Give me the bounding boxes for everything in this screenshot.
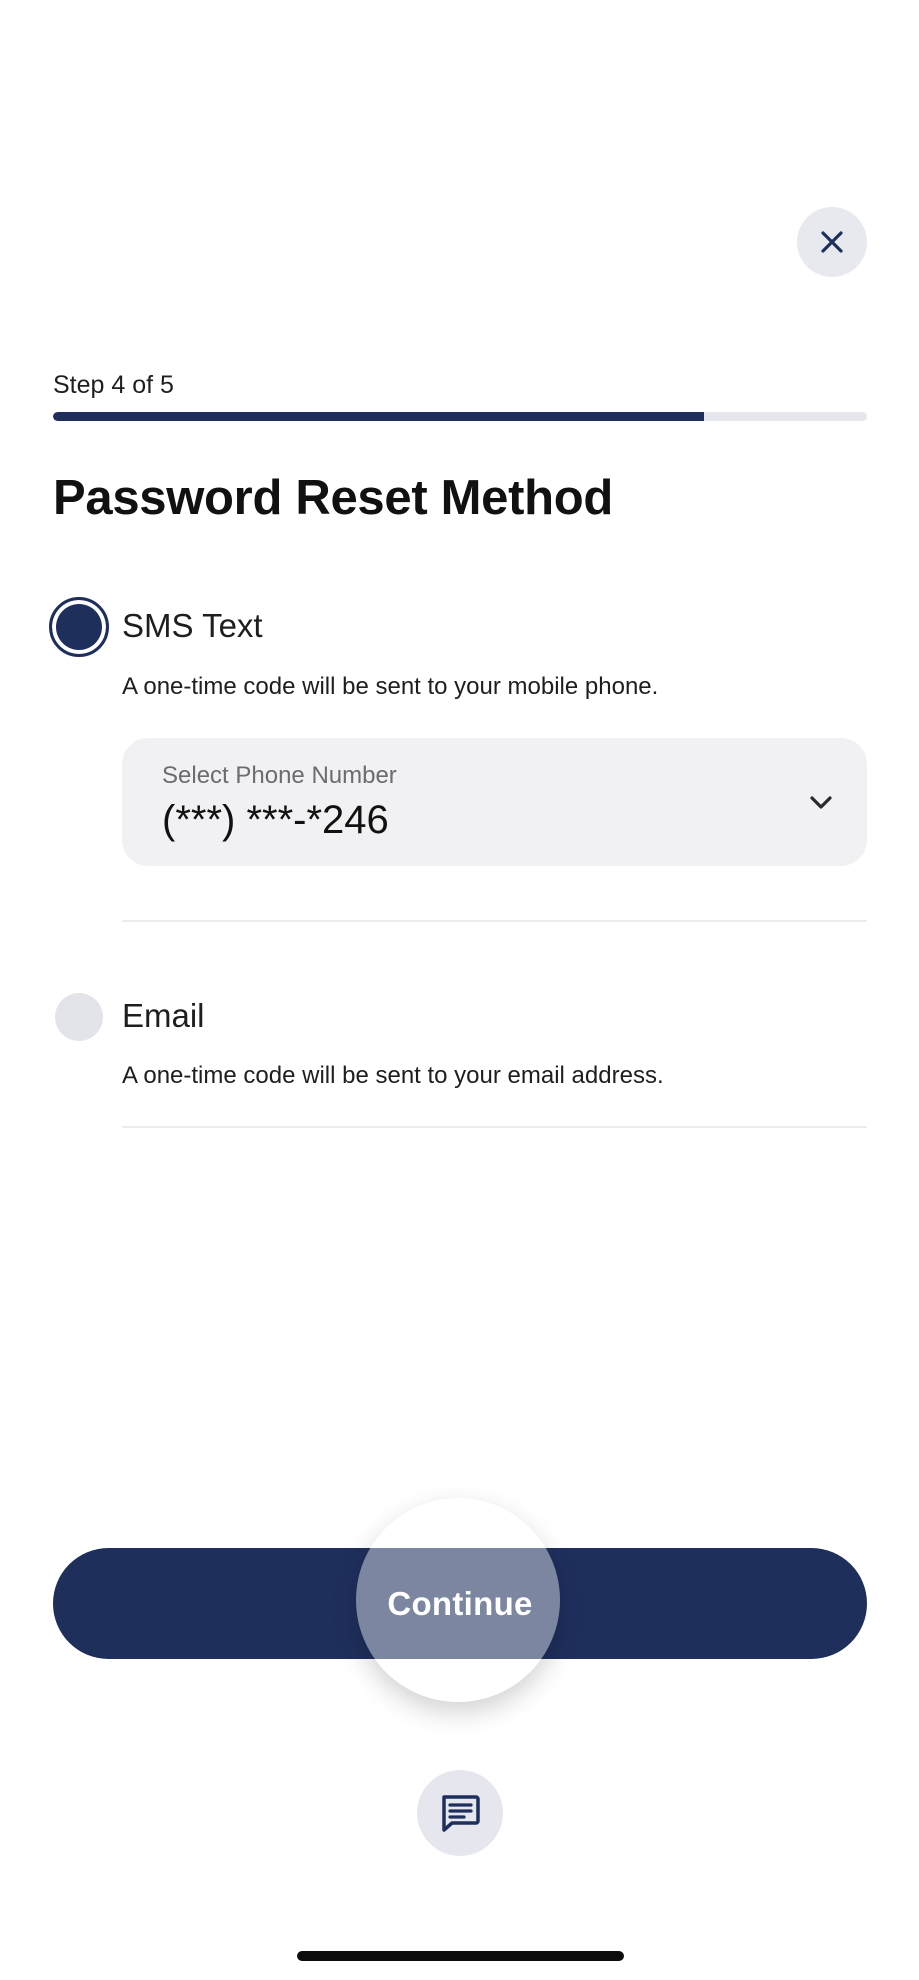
chat-icon: [442, 1795, 480, 1832]
chat-button[interactable]: [417, 1770, 503, 1856]
sms-text-description: A one-time code will be sent to your mob…: [122, 673, 659, 700]
chevron-down-icon: [810, 796, 832, 809]
sms-text-label[interactable]: SMS Text: [122, 607, 263, 645]
page-title: Password Reset Method: [53, 471, 614, 525]
email-radio[interactable]: [55, 993, 103, 1041]
email-label[interactable]: Email: [122, 997, 205, 1035]
step-label: Step 4 of 5: [53, 371, 174, 399]
divider: [122, 920, 867, 922]
divider: [122, 1126, 867, 1128]
phone-select-label: Select Phone Number: [162, 762, 397, 789]
email-description: A one-time code will be sent to your ema…: [122, 1062, 664, 1089]
progress-bar-fill: [53, 412, 705, 421]
phone-number-select[interactable]: Select Phone Number (***) ***-*246: [122, 738, 867, 866]
home-indicator: [297, 1951, 624, 1961]
sms-text-radio[interactable]: [49, 597, 109, 657]
close-icon: [821, 231, 843, 253]
close-button[interactable]: [797, 207, 867, 277]
progress-bar: [53, 412, 867, 421]
phone-select-value: (***) ***-*246: [162, 798, 389, 842]
continue-button[interactable]: [53, 1548, 867, 1659]
